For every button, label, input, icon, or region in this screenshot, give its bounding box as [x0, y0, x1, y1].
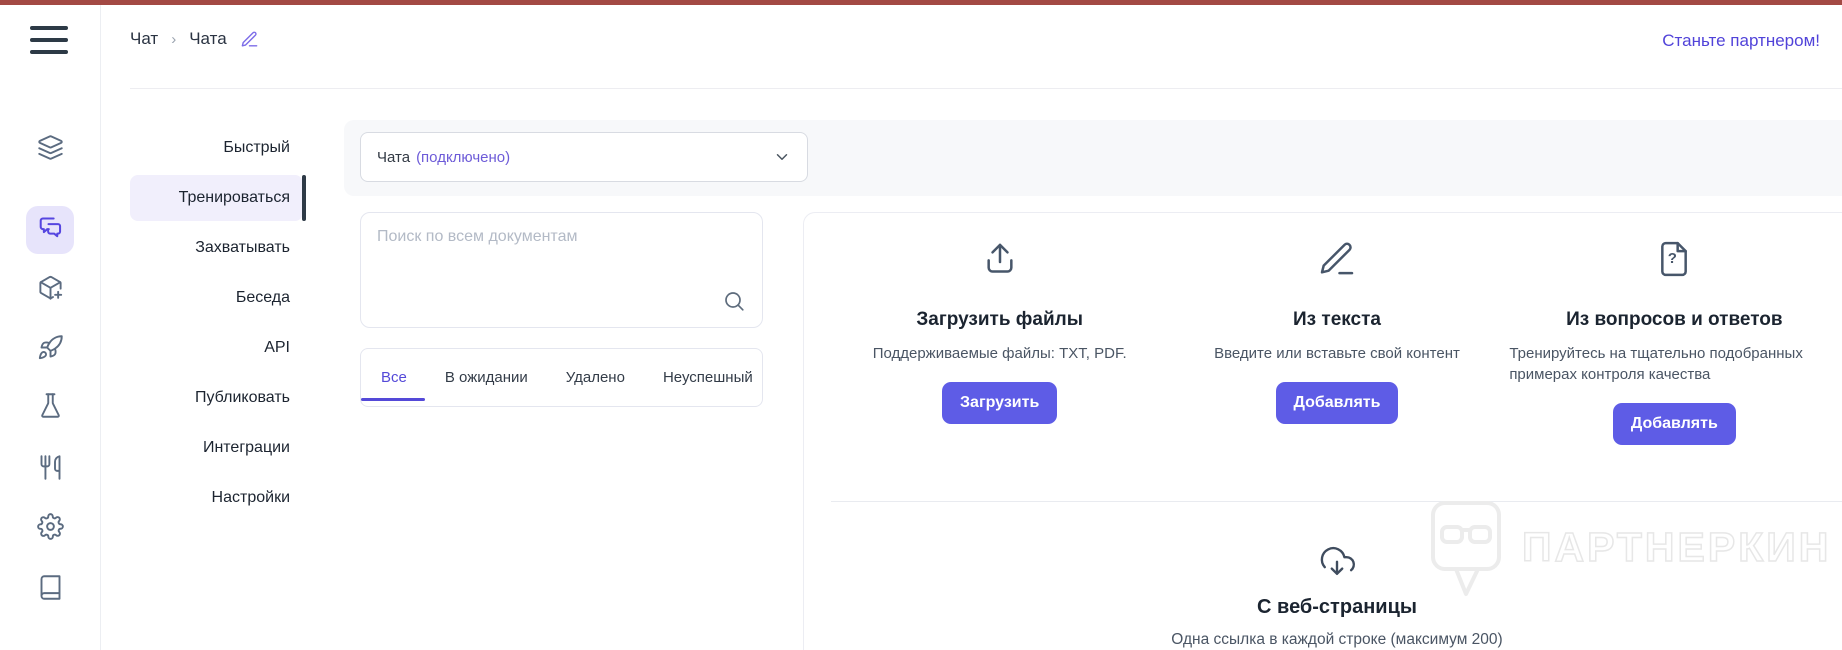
- search-icon[interactable]: [722, 289, 746, 313]
- breadcrumb-root[interactable]: Чат: [130, 29, 158, 49]
- source-cards-row: Загрузить файлы Поддерживаемые файлы: TX…: [831, 213, 1842, 501]
- utensils-icon: [37, 454, 64, 486]
- card-title: Из текста: [1293, 309, 1381, 330]
- flask-icon: [37, 392, 64, 424]
- card-subtitle: Тренируйтесь на тщательно подобранных пр…: [1509, 345, 1803, 383]
- active-nav-indicator: [302, 175, 306, 221]
- icon-sidebar: [0, 5, 101, 650]
- sidebar-item-box-add[interactable]: [26, 266, 74, 314]
- card-title: Загрузить файлы: [916, 309, 1083, 330]
- section-nav: Быстрый Тренироваться Захватывать Беседа…: [130, 125, 306, 525]
- nav-item-conversation[interactable]: Беседа: [130, 275, 303, 321]
- bot-connected-status: (подключено): [416, 148, 511, 166]
- nav-item-publish[interactable]: Публиковать: [130, 375, 303, 421]
- card-subtitle: Поддерживаемые файлы: TXT, PDF.: [872, 345, 1127, 362]
- upload-icon: [980, 237, 1020, 281]
- tab-deleted[interactable]: Удалено: [566, 369, 625, 386]
- layers-icon: [37, 134, 64, 166]
- breadcrumb: Чат › Чата: [130, 29, 259, 49]
- book-icon: [37, 574, 64, 606]
- sidebar-item-book[interactable]: [26, 566, 74, 614]
- sidebar-item-flask[interactable]: [26, 384, 74, 432]
- top-red-bar: [0, 0, 1842, 5]
- add-text-button[interactable]: Добавлять: [1275, 382, 1399, 424]
- rocket-icon: [37, 334, 64, 366]
- document-search-card: [360, 212, 763, 328]
- from-qa-card: ? Из вопросов и ответов Тренируйтесь на …: [1506, 213, 1842, 501]
- bot-select-value: Чата: [377, 148, 411, 166]
- svg-text:?: ?: [1668, 250, 1677, 267]
- edit-title-pencil-icon[interactable]: [240, 30, 259, 49]
- breadcrumb-current: Чата: [189, 29, 227, 48]
- sidebar-item-layers[interactable]: [26, 126, 74, 174]
- search-input[interactable]: [375, 227, 719, 247]
- document-filter-tabs: Все В ожидании Удалено Неуспешный: [360, 348, 763, 407]
- hamburger-menu-icon[interactable]: [30, 26, 68, 54]
- breadcrumb-separator: ›: [171, 30, 177, 48]
- web-section-subtitle: Одна ссылка в каждой строке (максимум 20…: [1171, 631, 1503, 648]
- upload-files-card: Загрузить файлы Поддерживаемые файлы: TX…: [831, 213, 1168, 501]
- card-title: Из вопросов и ответов: [1566, 309, 1783, 330]
- web-section-title: С веб-страницы: [1257, 596, 1417, 618]
- from-text-card: Из текста Введите или вставьте свой конт…: [1168, 213, 1505, 501]
- nav-item-capture[interactable]: Захватывать: [130, 225, 303, 271]
- sidebar-item-rocket[interactable]: [26, 326, 74, 374]
- add-qa-button[interactable]: Добавлять: [1612, 403, 1736, 445]
- cloud-download-icon: [1318, 542, 1356, 580]
- box-add-icon: [37, 274, 64, 306]
- bot-select-dropdown[interactable]: Чата (подключено): [360, 132, 808, 182]
- pencil-icon: [1317, 237, 1357, 281]
- tab-pending[interactable]: В ожидании: [445, 369, 528, 386]
- active-tab-underline: [361, 398, 425, 401]
- nav-item-quick[interactable]: Быстрый: [130, 125, 303, 171]
- question-document-icon: ?: [1654, 237, 1694, 281]
- tab-all[interactable]: Все: [381, 369, 407, 386]
- become-partner-link[interactable]: Станьте партнером!: [1662, 31, 1820, 51]
- chat-bubbles-icon: [37, 214, 64, 246]
- training-sources-panel: Загрузить файлы Поддерживаемые файлы: TX…: [803, 212, 1842, 650]
- app-screen: Чат › Чата Станьте партнером! Быстрый Тр…: [0, 0, 1842, 650]
- chevron-down-icon: [773, 148, 791, 166]
- nav-item-train[interactable]: Тренироваться: [130, 175, 306, 221]
- nav-item-settings[interactable]: Настройки: [130, 475, 303, 521]
- nav-item-api[interactable]: API: [130, 325, 303, 371]
- from-webpage-section: С веб-страницы Одна ссылка в каждой стро…: [831, 502, 1842, 649]
- gear-icon: [36, 513, 64, 545]
- sidebar-item-utensils[interactable]: [26, 446, 74, 494]
- card-subtitle: Введите или вставьте свой контент: [1214, 345, 1460, 362]
- header-divider: [130, 88, 1842, 89]
- upload-button[interactable]: Загрузить: [942, 382, 1058, 424]
- sidebar-item-settings[interactable]: [26, 505, 74, 553]
- tab-failed[interactable]: Неуспешный: [663, 369, 753, 386]
- nav-item-integrations[interactable]: Интеграции: [130, 425, 303, 471]
- sidebar-item-chat[interactable]: [26, 206, 74, 254]
